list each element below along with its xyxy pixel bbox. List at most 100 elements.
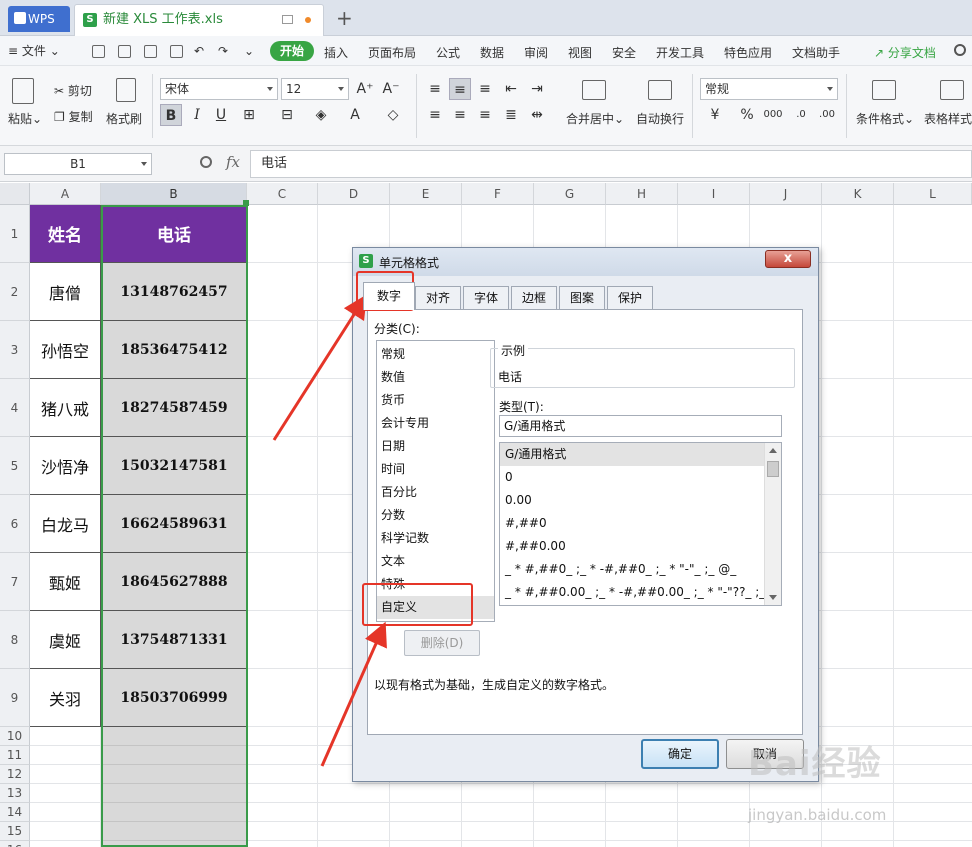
align-middle-icon[interactable]: ≡ bbox=[449, 78, 471, 100]
decrease-font-icon[interactable]: A⁻ bbox=[380, 78, 402, 100]
align-center-icon[interactable]: ≡ bbox=[449, 104, 471, 126]
type-item[interactable]: _ * #,##0_ ;_ * -#,##0_ ;_ * "-"_ ;_ @_ bbox=[500, 558, 765, 581]
new-tab-button[interactable]: + bbox=[336, 6, 353, 30]
row-header[interactable]: 2 bbox=[0, 263, 30, 321]
category-item[interactable]: 日期 bbox=[377, 435, 494, 458]
row-header[interactable]: 16 bbox=[0, 841, 30, 847]
row-header[interactable]: 10 bbox=[0, 727, 30, 746]
cell-name[interactable]: 猪八戒 bbox=[30, 379, 101, 437]
row-header[interactable]: 4 bbox=[0, 379, 30, 437]
type-list-scrollbar[interactable] bbox=[764, 443, 781, 605]
underline-button[interactable]: U bbox=[210, 104, 232, 126]
share-document-button[interactable]: ↗ 分享文档 bbox=[874, 44, 936, 61]
cell-name[interactable]: 沙悟净 bbox=[30, 437, 101, 495]
scroll-up-icon[interactable] bbox=[769, 448, 777, 453]
column-header[interactable]: F bbox=[462, 183, 534, 205]
row-header[interactable]: 11 bbox=[0, 746, 30, 765]
column-header[interactable]: B bbox=[101, 183, 247, 205]
menu-tab-special[interactable]: 特色应用 bbox=[724, 44, 772, 61]
justify-icon[interactable]: ≣ bbox=[500, 104, 522, 126]
increase-decimal-icon[interactable]: .0 bbox=[790, 104, 812, 126]
row-header[interactable]: 7 bbox=[0, 553, 30, 611]
tab-number[interactable]: 数字 bbox=[363, 282, 415, 310]
column-header[interactable]: I bbox=[678, 183, 750, 205]
customize-chevron-icon[interactable]: ⌄ bbox=[244, 44, 254, 58]
wps-home-tab[interactable]: WPS bbox=[8, 6, 70, 32]
select-all-corner[interactable] bbox=[0, 183, 30, 205]
cell-phone[interactable]: 13148762457 bbox=[101, 263, 248, 321]
cell-phone[interactable]: 18503706999 bbox=[101, 669, 248, 727]
menu-tab-developer[interactable]: 开发工具 bbox=[656, 44, 704, 61]
column-header[interactable]: L bbox=[894, 183, 972, 205]
type-item[interactable]: _ * #,##0.00_ ;_ * -#,##0.00_ ;_ * "-"??… bbox=[500, 581, 765, 604]
print-preview-icon[interactable] bbox=[170, 45, 183, 58]
category-item[interactable]: 时间 bbox=[377, 458, 494, 481]
search-icon[interactable] bbox=[954, 44, 966, 56]
row-header[interactable]: 3 bbox=[0, 321, 30, 379]
delete-button[interactable]: 删除(D) bbox=[404, 630, 480, 656]
cell-phone[interactable]: 18645627888 bbox=[101, 553, 248, 611]
wrap-text-icon[interactable] bbox=[648, 80, 672, 100]
font-color-icon[interactable]: A bbox=[344, 104, 366, 126]
menu-tab-data[interactable]: 数据 bbox=[480, 44, 504, 61]
column-header[interactable]: E bbox=[390, 183, 462, 205]
category-list[interactable]: 常规 数值 货币 会计专用 日期 时间 百分比 分数 科学记数 文本 特殊 自定义 bbox=[376, 340, 495, 622]
distribute-icon[interactable]: ⇹ bbox=[526, 104, 548, 126]
menu-tab-view[interactable]: 视图 bbox=[568, 44, 592, 61]
align-top-icon[interactable]: ≡ bbox=[424, 78, 446, 100]
column-header[interactable]: A bbox=[30, 183, 101, 205]
table-style-icon[interactable] bbox=[940, 80, 964, 100]
conditional-format-button[interactable]: 条件格式⌄ bbox=[856, 110, 914, 127]
document-tab[interactable]: S 新建 XLS 工作表.xls bbox=[74, 4, 324, 36]
indent-increase-icon[interactable]: ⇥ bbox=[526, 78, 548, 100]
format-painter-button[interactable]: 格式刷 bbox=[106, 110, 142, 127]
save-icon[interactable] bbox=[92, 45, 105, 58]
row-header[interactable]: 14 bbox=[0, 803, 30, 822]
column-header[interactable]: D bbox=[318, 183, 390, 205]
merge-center-icon[interactable] bbox=[582, 80, 606, 100]
category-item[interactable]: 会计专用 bbox=[377, 412, 494, 435]
row-header[interactable]: 6 bbox=[0, 495, 30, 553]
type-list[interactable]: _ * #,##0.00_ ;_ * -#,##0.00_ ;_ * "-"??… bbox=[499, 442, 782, 606]
cell-name[interactable]: 关羽 bbox=[30, 669, 101, 727]
merge-center-button[interactable]: 合并居中⌄ bbox=[566, 110, 624, 127]
column-header[interactable]: G bbox=[534, 183, 606, 205]
cell-phone[interactable]: 18274587459 bbox=[101, 379, 248, 437]
tab-protection[interactable]: 保护 bbox=[607, 286, 653, 309]
number-format-select[interactable]: 常规 bbox=[700, 78, 838, 100]
category-item[interactable]: 百分比 bbox=[377, 481, 494, 504]
wrap-text-button[interactable]: 自动换行 bbox=[636, 110, 684, 127]
name-box[interactable]: B1 bbox=[4, 153, 152, 175]
category-item[interactable]: 文本 bbox=[377, 550, 494, 573]
cell-name[interactable]: 唐僧 bbox=[30, 263, 101, 321]
category-item[interactable]: 货币 bbox=[377, 389, 494, 412]
menu-tab-start[interactable]: 开始 bbox=[270, 41, 314, 61]
type-item[interactable]: 0.00 bbox=[500, 489, 765, 512]
type-input[interactable]: G/通用格式 bbox=[499, 415, 782, 437]
cell-phone[interactable]: 18536475412 bbox=[101, 321, 248, 379]
clear-format-icon[interactable]: ◇ bbox=[382, 104, 404, 126]
insert-function-button[interactable]: fx bbox=[226, 153, 240, 171]
column-header[interactable]: C bbox=[247, 183, 318, 205]
borders-icon[interactable]: ⊞ bbox=[238, 104, 260, 126]
cut-button[interactable]: ✂ 剪切 bbox=[54, 82, 92, 99]
category-item[interactable]: 常规 bbox=[377, 343, 494, 366]
bold-button[interactable]: B bbox=[160, 104, 182, 126]
cell-header-name[interactable]: 姓名 bbox=[30, 205, 101, 263]
menu-tab-insert[interactable]: 插入 bbox=[324, 44, 348, 61]
export-icon[interactable] bbox=[118, 45, 131, 58]
fill-handle[interactable] bbox=[243, 200, 249, 206]
decrease-decimal-icon[interactable]: .00 bbox=[816, 104, 838, 126]
paste-button[interactable]: 粘贴⌄ bbox=[8, 110, 42, 127]
cell-phone[interactable]: 13754871331 bbox=[101, 611, 248, 669]
currency-icon[interactable]: ¥ bbox=[704, 104, 726, 126]
tab-alignment[interactable]: 对齐 bbox=[415, 286, 461, 309]
indent-decrease-icon[interactable]: ⇤ bbox=[500, 78, 522, 100]
category-item[interactable]: 分数 bbox=[377, 504, 494, 527]
menu-tab-security[interactable]: 安全 bbox=[612, 44, 636, 61]
column-header[interactable]: K bbox=[822, 183, 894, 205]
type-item[interactable]: #,##0.00 bbox=[500, 535, 765, 558]
monitor-icon[interactable] bbox=[282, 15, 293, 24]
print-icon[interactable] bbox=[144, 45, 157, 58]
align-right-icon[interactable]: ≡ bbox=[474, 104, 496, 126]
